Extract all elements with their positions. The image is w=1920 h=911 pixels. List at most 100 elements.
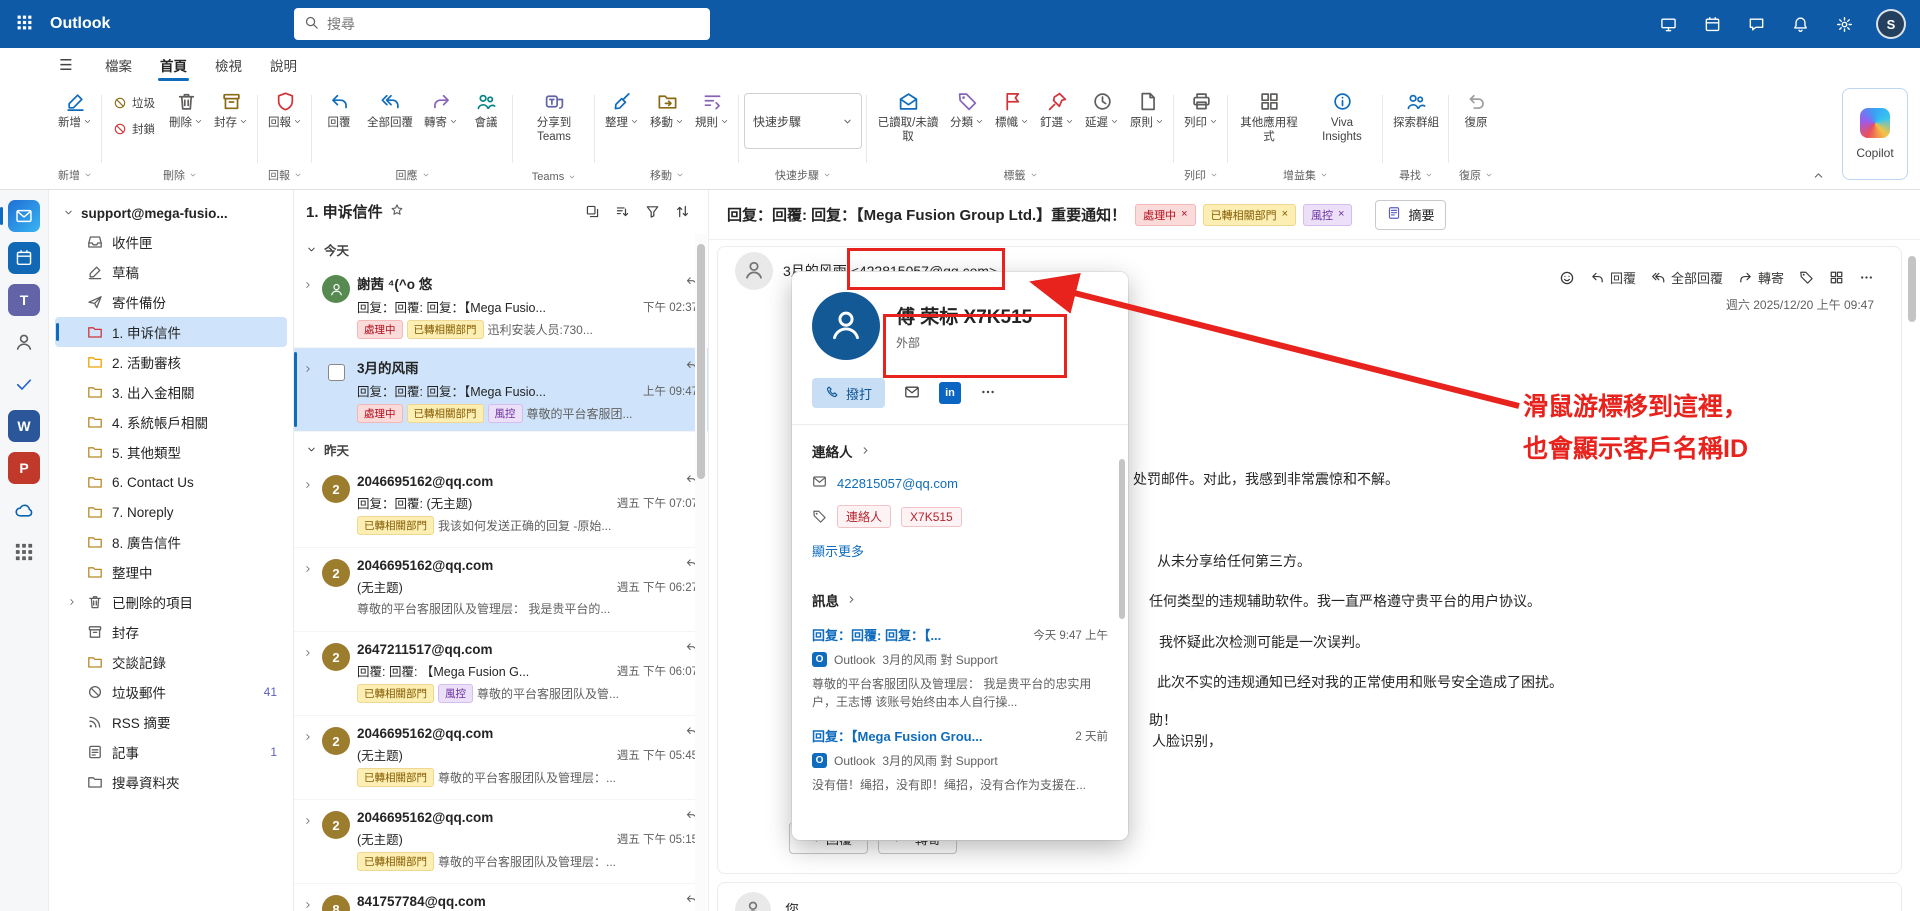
ribbon-menu-button[interactable]: ☰ (48, 51, 84, 79)
ribbon-group-label[interactable]: Teams (532, 168, 576, 189)
rail-calendar-button[interactable] (8, 242, 40, 274)
ribbon-reply-button[interactable]: 回覆 (317, 83, 361, 133)
categorize-button[interactable] (1799, 270, 1814, 285)
message-list-scrollbar[interactable] (695, 234, 707, 911)
ribbon-group-label[interactable]: 標籤 (1004, 164, 1038, 189)
ribbon-junk-button[interactable]: 垃圾 (109, 93, 159, 113)
expand-chevron-icon[interactable] (300, 273, 315, 341)
ribbon-group-label[interactable]: 快速步驟 (775, 164, 831, 189)
ribbon-pin-button[interactable]: 釘選 (1035, 83, 1079, 133)
ribbon-group-label[interactable]: 移動 (650, 164, 684, 189)
ribbon-group-label[interactable]: 新增 (58, 164, 92, 189)
copilot-button[interactable]: Copilot (1842, 88, 1908, 180)
tag-chip[interactable]: 處理中 (357, 320, 403, 339)
sort-button[interactable] (668, 197, 696, 225)
expand-chevron-icon[interactable] (300, 809, 315, 877)
rail-powerpoint-button[interactable]: P (8, 452, 40, 484)
summarize-button[interactable]: 摘要 (1375, 199, 1447, 230)
ribbon-report-button[interactable]: 回報 (263, 83, 307, 133)
more-options-button[interactable] (1859, 270, 1874, 285)
remove-tag-icon[interactable]: × (1338, 209, 1344, 220)
contact-more-button[interactable] (973, 378, 1003, 408)
sidebar-item-activity-review[interactable]: 2. 活動審核 (55, 347, 287, 377)
reading-pane-scrollbar[interactable] (1906, 244, 1918, 909)
tag-chip[interactable]: 已轉相關部門 (406, 320, 484, 339)
rail-mail-button[interactable] (0, 200, 40, 232)
section-header[interactable]: 昨天 (294, 432, 708, 464)
ribbon-more-apps-button[interactable]: 其他應用程式 (1233, 83, 1305, 147)
sidebar-item-organizing[interactable]: 整理中 (55, 557, 287, 587)
tag-chip[interactable]: 已轉相關部門 (357, 516, 434, 535)
select-messages-button[interactable] (578, 197, 606, 225)
ribbon-categorize-button[interactable]: 分類 (945, 83, 989, 133)
card-scrollbar-thumb[interactable] (1119, 459, 1125, 619)
ribbon-archive-button[interactable]: 封存 (209, 83, 253, 133)
ribbon-group-label[interactable]: 復原 (1459, 164, 1493, 189)
ribbon-meeting-button[interactable]: 會議 (464, 83, 508, 133)
sidebar-item-inbox[interactable]: 收件匣 (55, 227, 287, 257)
message-avatar[interactable]: 2 (318, 641, 354, 709)
sidebar-item-drafts[interactable]: 草稿 (55, 257, 287, 287)
ribbon-share-to-teams-button[interactable]: 分享到 Teams (518, 83, 590, 147)
ribbon-read-unread-button[interactable]: 已讀取/未讀取 (872, 83, 944, 147)
message-avatar[interactable]: 2 (318, 473, 354, 541)
tag-chip[interactable]: 已轉相關部門 (357, 768, 434, 787)
message-avatar[interactable] (318, 273, 354, 341)
tag-chip[interactable]: 已轉相關部門 × (1202, 203, 1297, 226)
sidebar-item-junk[interactable]: 垃圾郵件 41 (55, 677, 287, 707)
sidebar-item-system-account[interactable]: 4. 系統帳戶相關 (55, 407, 287, 437)
ribbon-undo-button[interactable]: 復原 (1454, 83, 1498, 133)
scrollbar-thumb[interactable] (1908, 256, 1916, 322)
message-list-item[interactable]: 3月的风雨 回复：回覆: 回复：【Mega Fusio... 上午 09:47 處理中… (294, 348, 708, 432)
sidebar-item-archive[interactable]: 封存 (55, 617, 287, 647)
tab-home[interactable]: 首頁 (147, 49, 200, 81)
tag-chip[interactable]: 已轉相關部門 (406, 404, 484, 423)
tag-chip[interactable]: 風控 (487, 404, 523, 423)
ribbon-group-label[interactable]: 增益集 (1283, 164, 1328, 189)
message-avatar[interactable] (318, 357, 354, 425)
rail-word-button[interactable]: W (8, 410, 40, 442)
message-avatar[interactable]: 8 (318, 893, 354, 911)
ribbon-rules-button[interactable]: 規則 (690, 83, 734, 133)
calendar-day-button[interactable] (1694, 6, 1730, 42)
ribbon-reply-all-button[interactable]: 全部回覆 (362, 83, 418, 133)
message-list-item[interactable]: 2 2046695162@qq.com (无主题) 週五 下午 05:15 已轉相關部門… (294, 800, 708, 884)
sidebar-item-funds[interactable]: 3. 出入金相關 (55, 377, 287, 407)
tab-view[interactable]: 檢視 (202, 49, 255, 81)
account-row[interactable]: support@mega-fusio... (55, 200, 287, 227)
ribbon-delete-button[interactable]: 刪除 (164, 83, 208, 133)
rail-teams-button[interactable]: T (8, 284, 40, 316)
sender-avatar[interactable] (735, 252, 773, 290)
message-list-item[interactable]: 8 841757784@qq.com (294, 884, 708, 911)
ribbon-sweep-button[interactable]: 整理 (600, 83, 644, 133)
tab-help[interactable]: 說明 (257, 49, 310, 81)
rail-onedrive-button[interactable] (8, 494, 40, 526)
sidebar-item-ads[interactable]: 8. 廣告信件 (55, 527, 287, 557)
sidebar-item-rss[interactable]: RSS 摘要 (55, 707, 287, 737)
email-contact-button[interactable] (897, 378, 927, 408)
tag-chip[interactable]: 處理中 × (1135, 203, 1196, 226)
rail-todo-button[interactable] (8, 368, 40, 400)
app-launcher-button[interactable] (0, 0, 48, 48)
contact-email-link[interactable]: 422815057@qq.com (837, 476, 958, 491)
forward-button[interactable]: 轉寄 (1738, 268, 1784, 287)
ribbon-group-label[interactable]: 回應 (396, 164, 430, 189)
section-header[interactable]: 今天 (294, 232, 708, 264)
category-chip[interactable]: 連絡人 (837, 505, 892, 528)
sidebar-item-complaints[interactable]: 1. 申诉信件 (55, 317, 287, 347)
search-box[interactable] (294, 8, 710, 40)
ribbon-group-label[interactable]: 回報 (268, 164, 302, 189)
meet-now-button[interactable] (1650, 6, 1686, 42)
ribbon-group-label[interactable]: 刪除 (163, 164, 197, 189)
message-checkbox[interactable] (327, 364, 345, 381)
tag-chip[interactable]: 處理中 (357, 404, 403, 423)
remove-tag-icon[interactable]: × (1181, 209, 1187, 220)
ribbon-browse-groups-button[interactable]: 探索群組 (1388, 83, 1444, 133)
search-input[interactable] (327, 16, 700, 32)
tag-chip[interactable]: 風控 (438, 684, 473, 703)
notifications-button[interactable] (1782, 6, 1818, 42)
ribbon-group-label[interactable]: 列印 (1184, 164, 1218, 189)
sidebar-item-deleted[interactable]: 已刪除的項目 (55, 587, 287, 617)
message-avatar[interactable]: 2 (318, 809, 354, 877)
message-list-item[interactable]: 2 2046695162@qq.com (无主题) 週五 下午 05:45 已轉相關部門… (294, 716, 708, 800)
